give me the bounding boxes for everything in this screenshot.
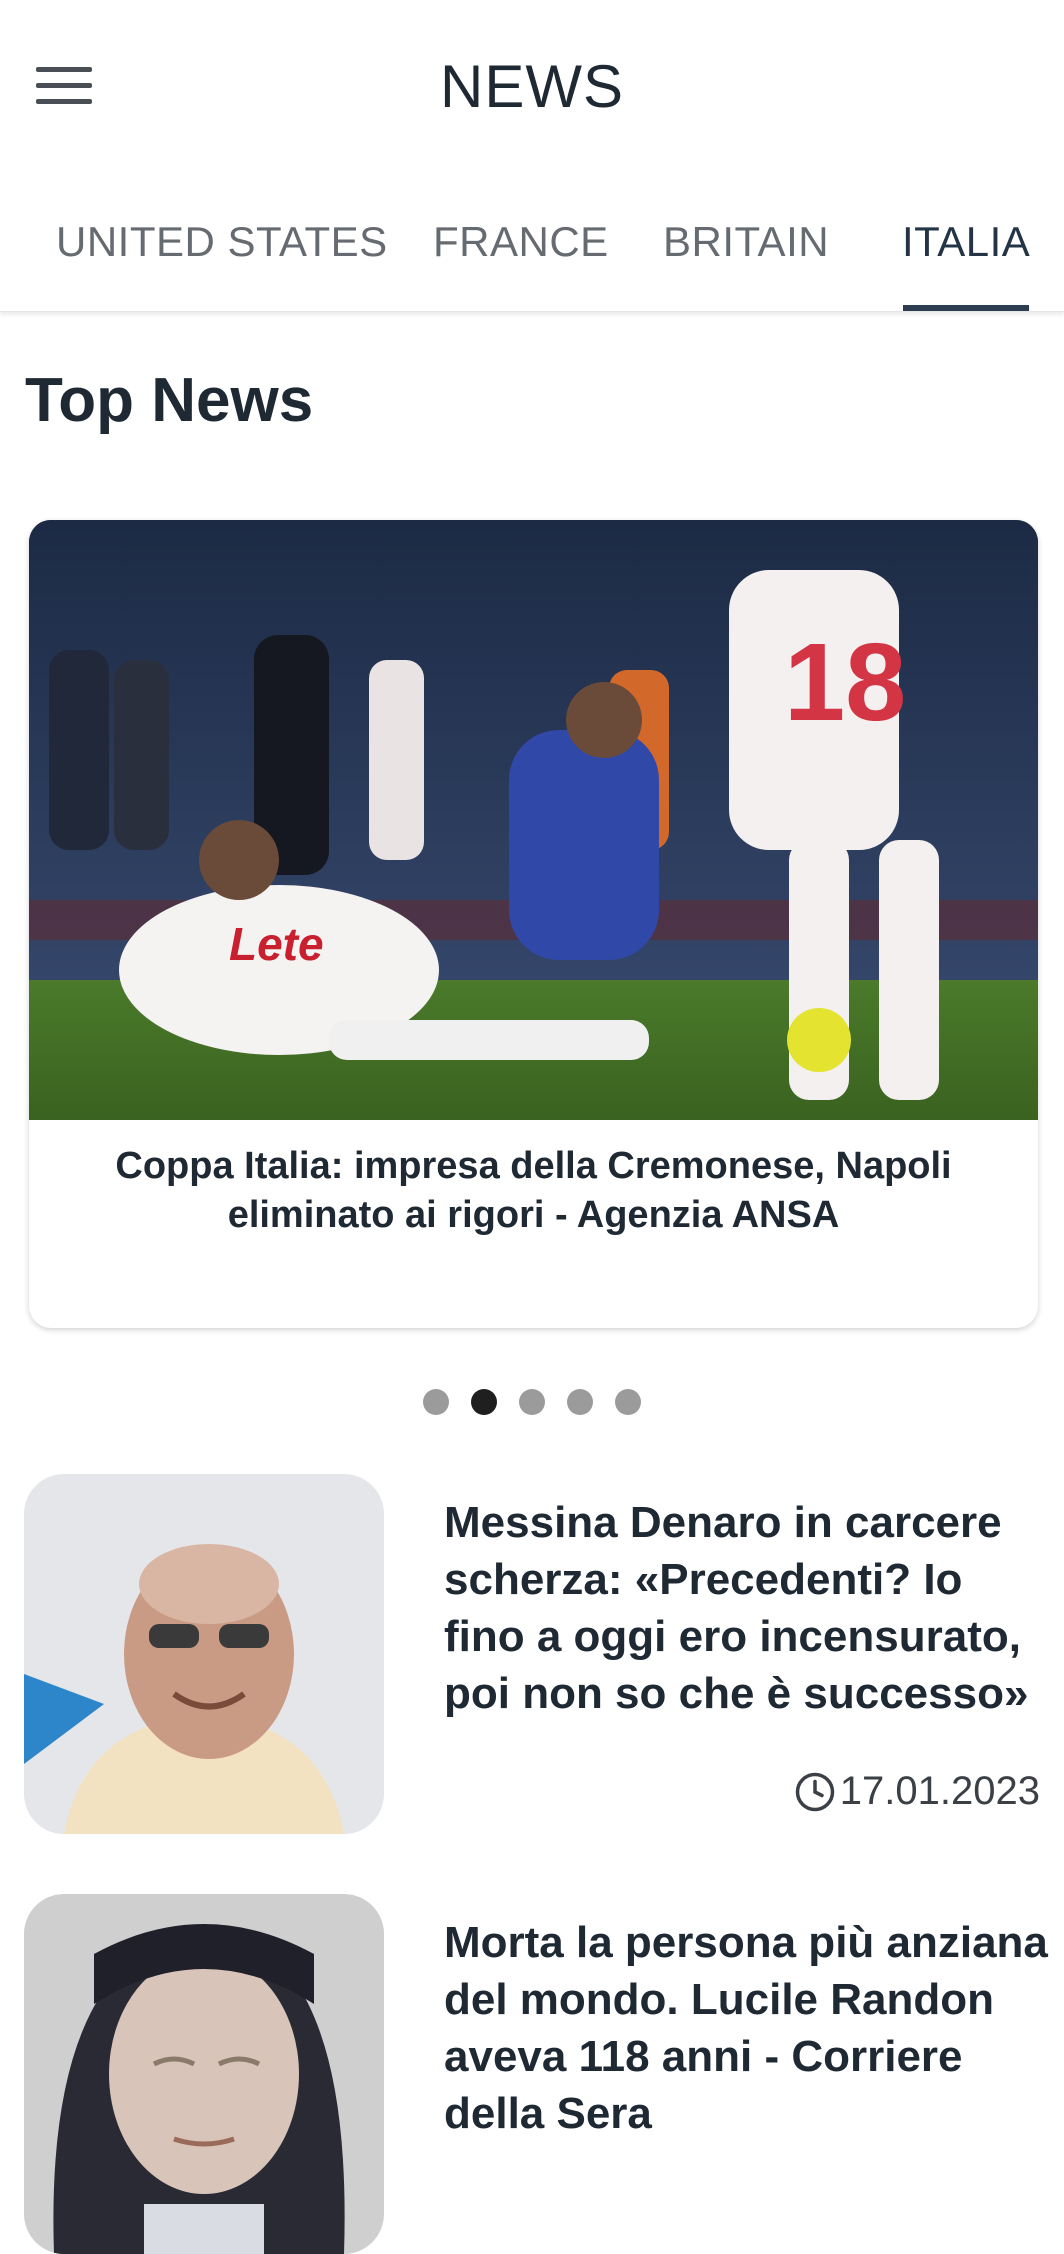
- app-title: NEWS: [440, 53, 624, 120]
- app-bar: NEWS: [0, 0, 1064, 170]
- carousel-pagination: [0, 1389, 1064, 1415]
- tab-france[interactable]: FRANCE: [433, 218, 609, 266]
- carousel-caption: Coppa Italia: impresa della Cremonese, N…: [115, 1145, 952, 1236]
- carousel-dot[interactable]: [567, 1389, 593, 1415]
- svg-text:Lete: Lete: [229, 918, 324, 970]
- news-date: 17.01.2023: [794, 1769, 1040, 1814]
- news-list-item[interactable]: Morta la persona più anziana del mondo. …: [24, 1894, 1048, 2254]
- country-tabs: UNITED STATES FRANCE BRITAIN ITALIA: [0, 180, 1064, 312]
- news-title: Morta la persona più anziana del mondo. …: [444, 1918, 1048, 2138]
- carousel-dot[interactable]: [615, 1389, 641, 1415]
- news-title: Messina Denaro in carcere scherza: «Prec…: [444, 1498, 1029, 1718]
- clock-icon: [795, 1772, 835, 1811]
- carousel-card[interactable]: 18 Lete Coppa Italia: impresa della Crem…: [29, 520, 1038, 1328]
- news-thumbnail: [24, 1474, 384, 1834]
- svg-text:18: 18: [784, 621, 906, 744]
- carousel-image: 18 Lete: [29, 520, 1038, 1120]
- carousel-dot[interactable]: [423, 1389, 449, 1415]
- tab-britain[interactable]: BRITAIN: [663, 218, 829, 266]
- tab-italia[interactable]: ITALIA: [902, 218, 1030, 266]
- carousel-dot-active[interactable]: [471, 1389, 497, 1415]
- news-list-item[interactable]: Messina Denaro in carcere scherza: «Prec…: [24, 1474, 1040, 1834]
- news-thumbnail: [24, 1894, 384, 2254]
- news-date-text: 17.01.2023: [839, 1769, 1040, 1813]
- tab-united-states[interactable]: UNITED STATES: [56, 218, 388, 266]
- active-tab-indicator: [903, 305, 1029, 311]
- carousel-dot[interactable]: [519, 1389, 545, 1415]
- section-title: Top News: [25, 366, 314, 435]
